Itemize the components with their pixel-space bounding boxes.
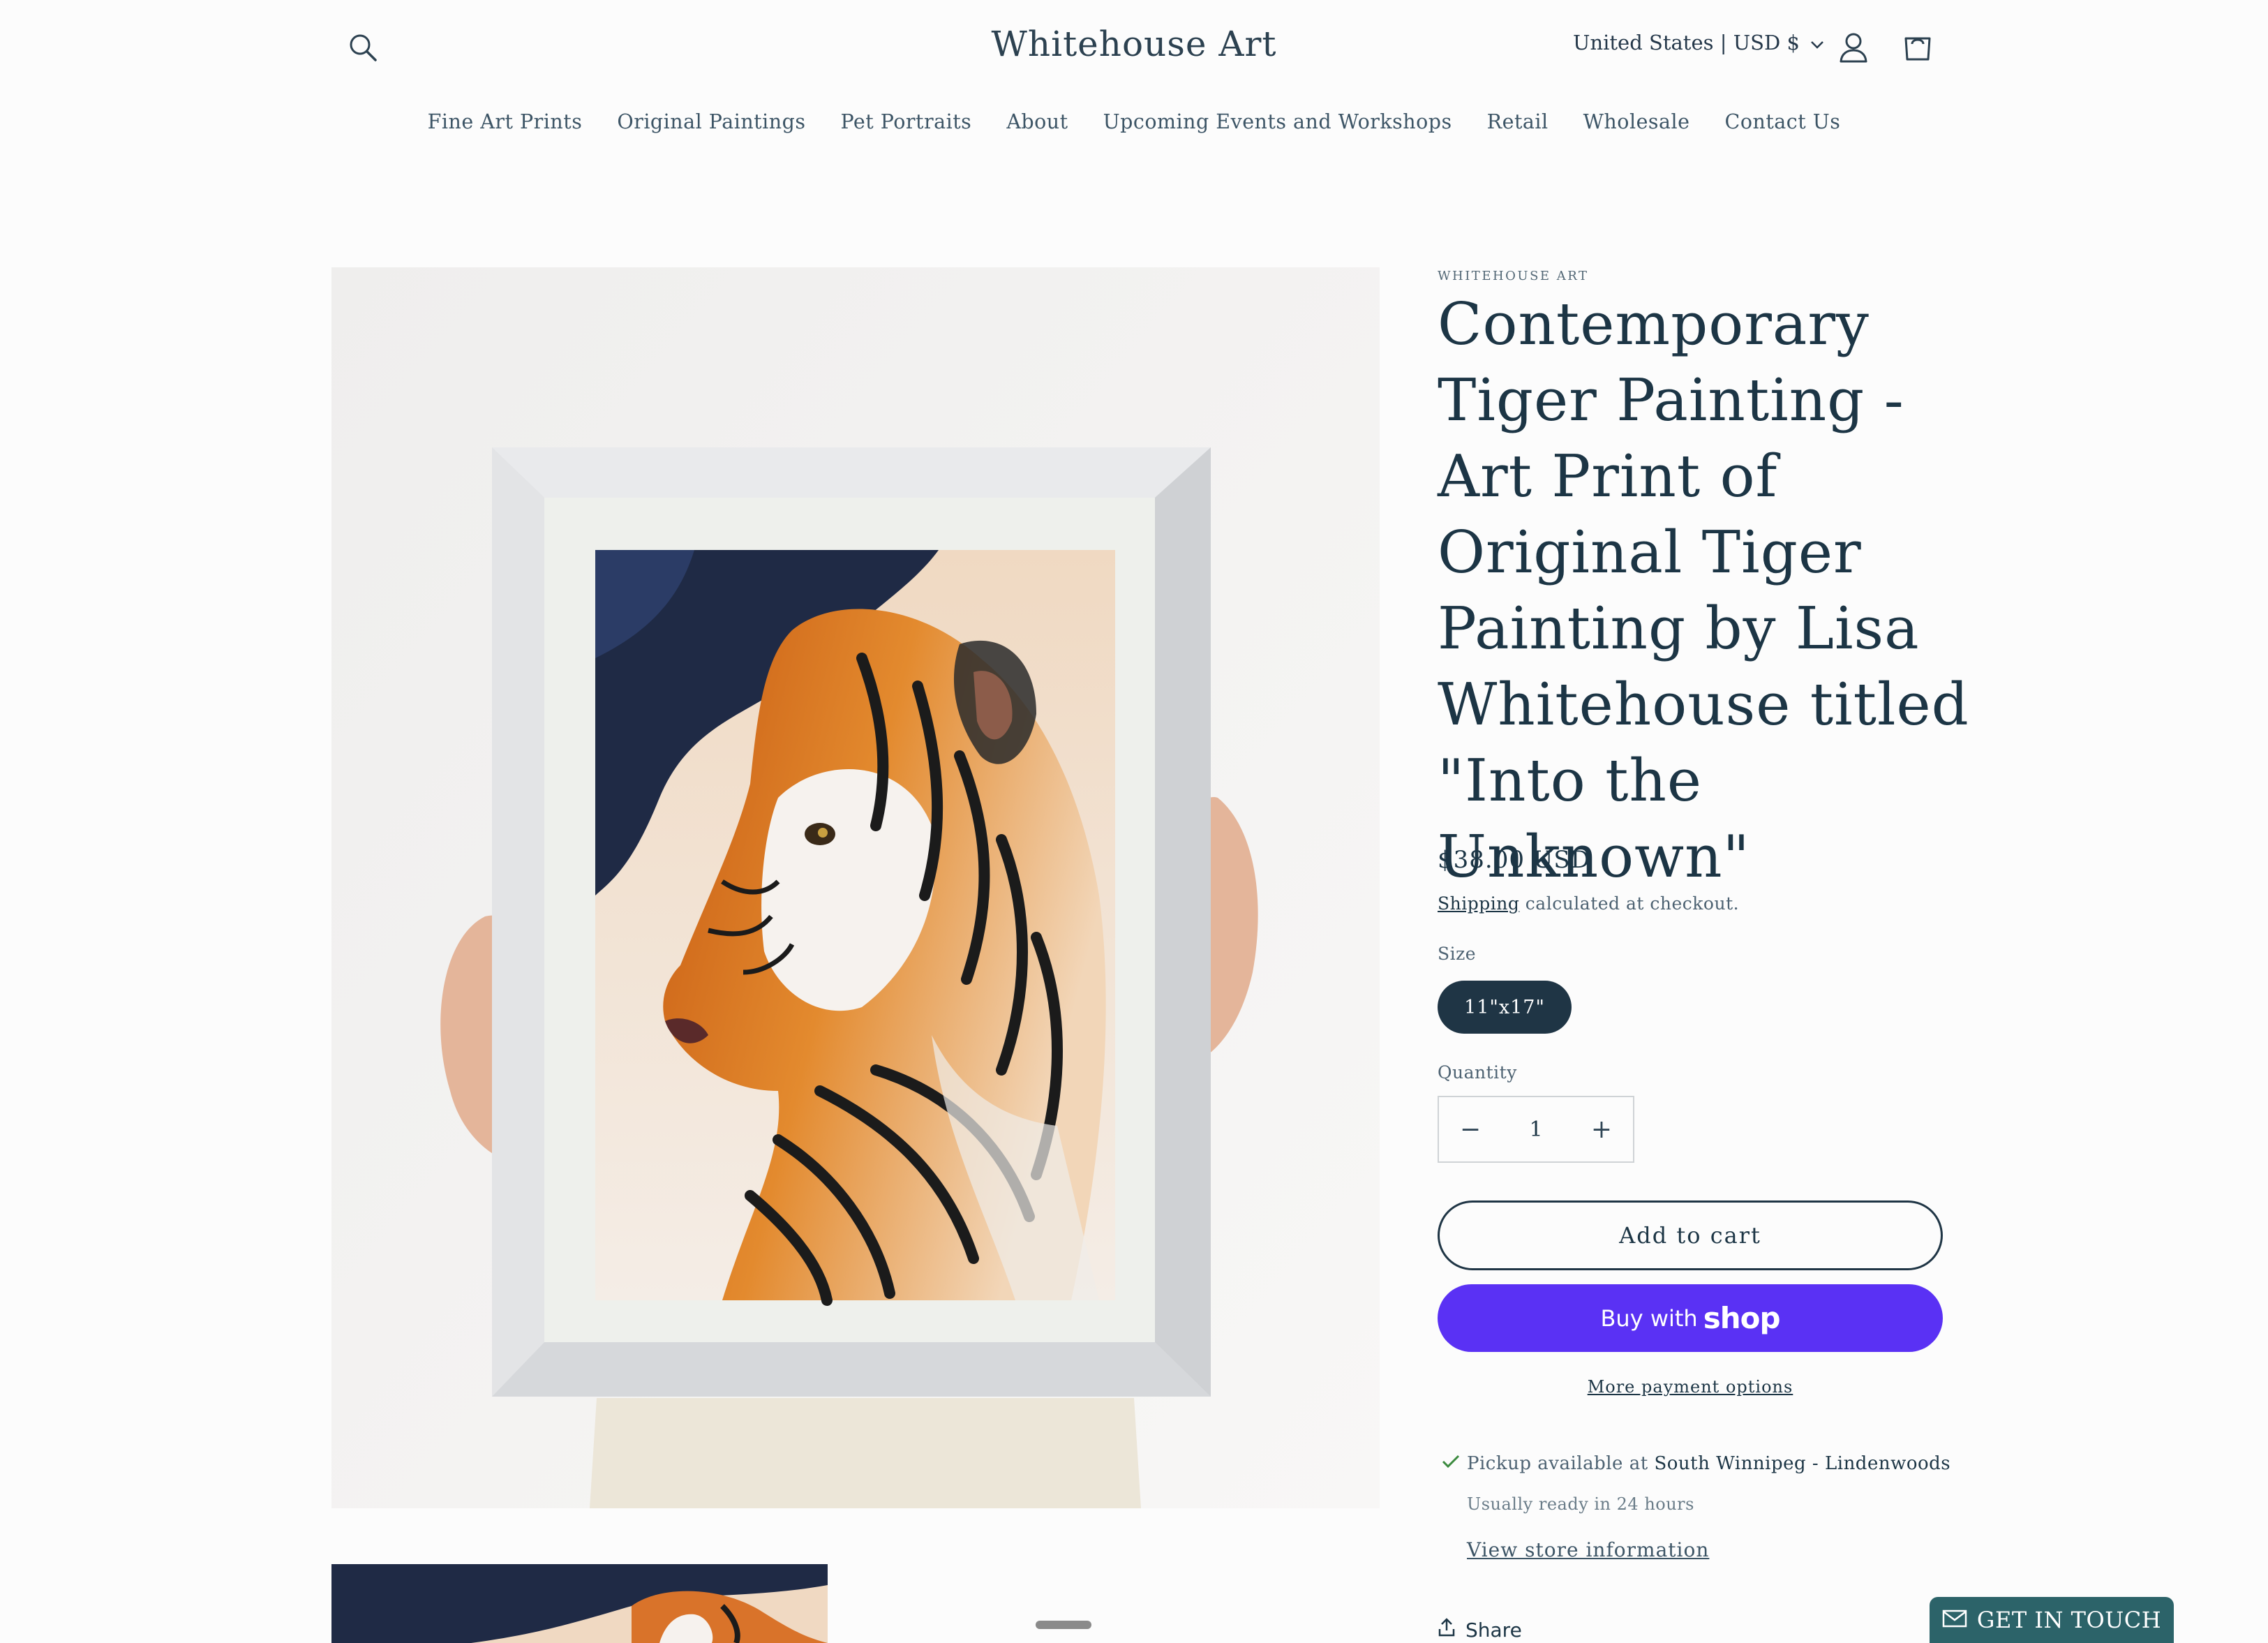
quantity-increase-button[interactable]: + [1570,1097,1633,1161]
get-in-touch-label: GET IN TOUCH [1976,1607,2162,1633]
product-title: Contemporary Tiger Painting - Art Print … [1438,290,1969,891]
share-label: Share [1465,1619,1522,1642]
envelope-icon [1942,1607,1967,1633]
product-thumbnail[interactable] [331,1564,828,1643]
nav-wholesale[interactable]: Wholesale [1583,110,1690,133]
cart-icon[interactable] [1897,27,1939,68]
shipping-note-text: calculated at checkout. [1519,893,1740,914]
shipping-link[interactable]: Shipping [1438,893,1519,914]
framed-tiger-photo [331,267,1380,1508]
nav-contact-us[interactable]: Contact Us [1725,110,1841,133]
buy-with-label: Buy with [1600,1304,1698,1332]
nav-upcoming-events[interactable]: Upcoming Events and Workshops [1103,110,1452,133]
pickup-location: South Winnipeg - Lindenwoods [1654,1453,1951,1474]
product-main-image[interactable] [331,267,1380,1508]
chevron-down-icon [1810,31,1825,54]
size-label: Size [1438,944,1477,964]
shop-logo: shop [1703,1301,1781,1335]
shipping-note: Shipping calculated at checkout. [1438,893,1739,914]
more-payment-options-link[interactable]: More payment options [1438,1377,1943,1397]
add-to-cart-button[interactable]: Add to cart [1438,1200,1943,1270]
get-in-touch-widget[interactable]: GET IN TOUCH [1930,1597,2174,1643]
pickup-prefix: Pickup available at [1467,1453,1655,1474]
product-price: $38.00 USD [1438,846,1590,874]
store-name[interactable]: Whitehouse Art [991,24,1276,64]
tiger-thumbnail-image [331,1564,828,1643]
buy-with-shop-button[interactable]: Buy with shop [1438,1284,1943,1352]
quantity-input[interactable]: 1 [1529,1117,1542,1142]
country-selector-label: United States | USD $ [1573,31,1800,54]
view-store-information-link[interactable]: View store information [1467,1538,1709,1561]
country-selector[interactable]: United States | USD $ [1573,31,1825,54]
size-option-selected[interactable]: 11"x17" [1438,981,1572,1034]
plus-icon: + [1590,1115,1613,1144]
account-icon[interactable] [1834,27,1873,68]
checkmark-icon [1442,1453,1460,1474]
product-vendor: WHITEHOUSE ART [1438,269,1589,283]
main-navigation: Fine Art Prints Original Paintings Pet P… [0,110,2268,133]
nav-original-paintings[interactable]: Original Paintings [617,110,805,133]
quantity-label: Quantity [1438,1062,1517,1083]
share-icon [1438,1618,1456,1642]
quantity-stepper: − 1 + [1438,1096,1634,1163]
nav-retail[interactable]: Retail [1487,110,1549,133]
nav-pet-portraits[interactable]: Pet Portraits [840,110,971,133]
minus-icon: − [1459,1115,1482,1144]
pickup-ready-time: Usually ready in 24 hours [1467,1494,1694,1514]
pickup-availability: Pickup available at South Winnipeg - Lin… [1442,1453,1950,1474]
nav-about[interactable]: About [1006,110,1068,133]
nav-fine-art-prints[interactable]: Fine Art Prints [428,110,583,133]
quantity-decrease-button[interactable]: − [1439,1097,1502,1161]
media-scroll-handle[interactable] [1036,1621,1091,1629]
share-button[interactable]: Share [1438,1618,1522,1642]
pickup-text: Pickup available at South Winnipeg - Lin… [1467,1453,1950,1474]
